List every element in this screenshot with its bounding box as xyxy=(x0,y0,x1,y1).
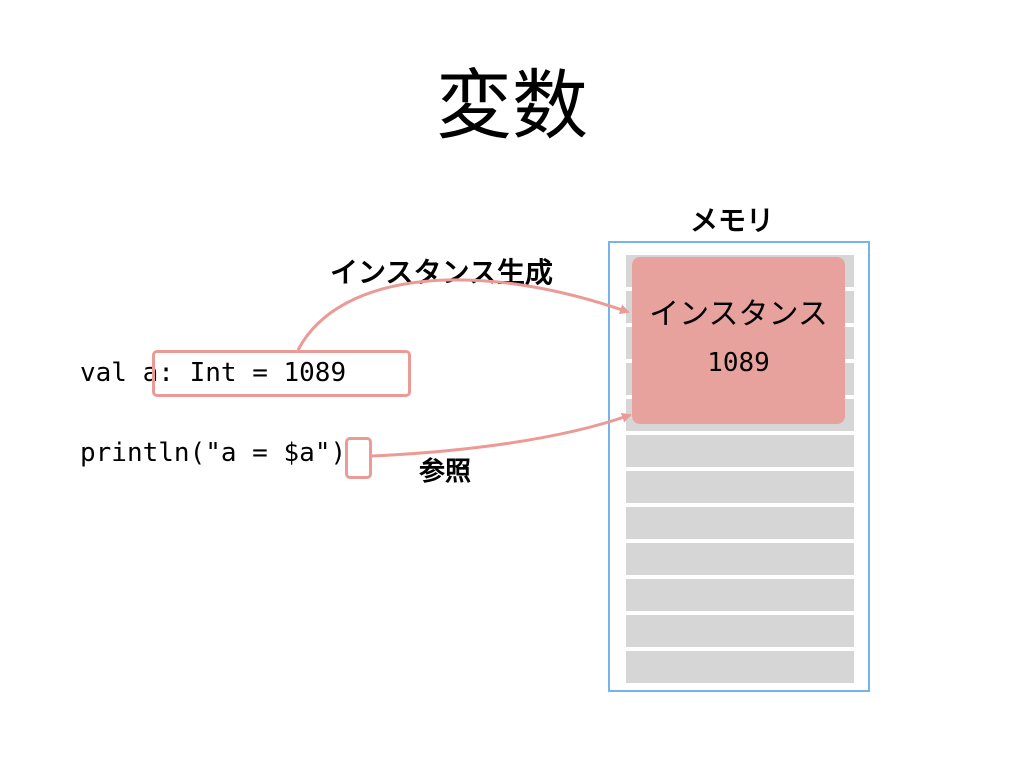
reference-arrow xyxy=(371,412,632,458)
instance-creation-arrow xyxy=(296,278,630,351)
arrows-layer xyxy=(296,278,632,458)
